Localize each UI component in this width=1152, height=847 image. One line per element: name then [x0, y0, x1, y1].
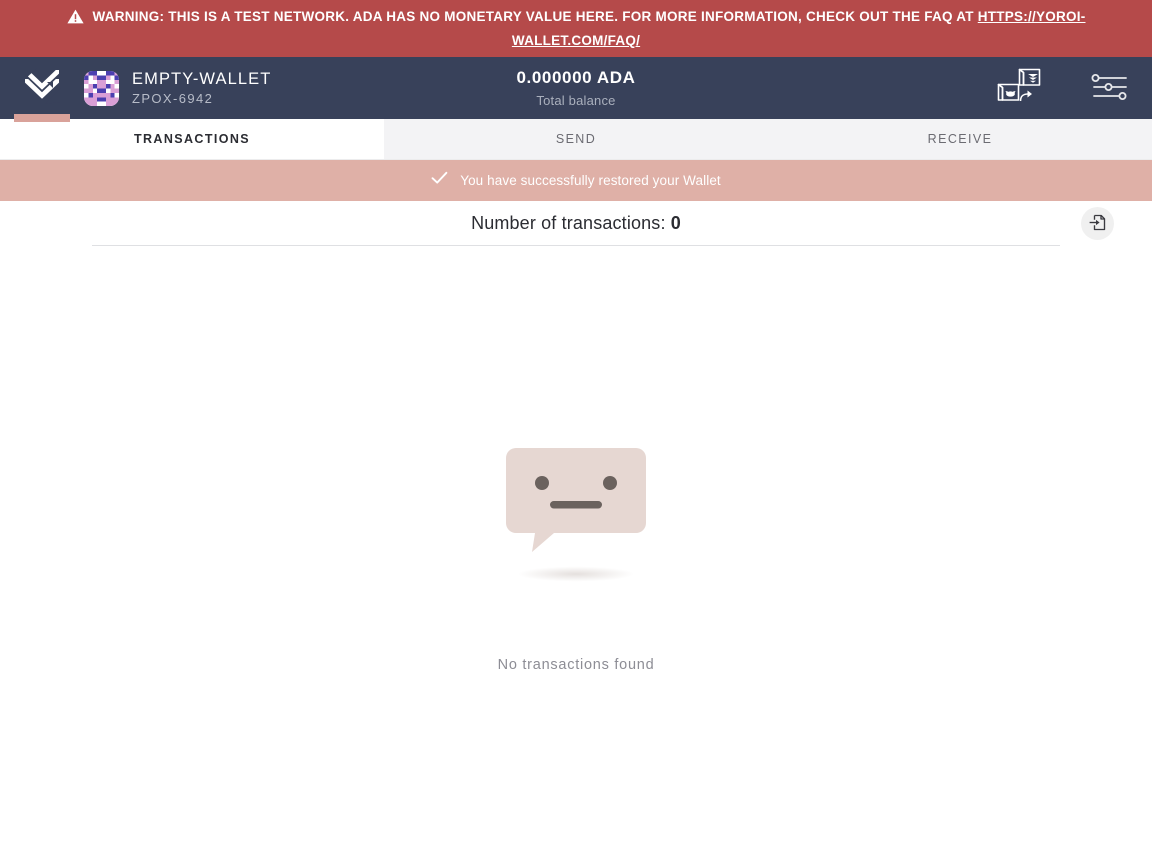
settings-button[interactable]: [1090, 71, 1130, 106]
wallet-switch-icon: [994, 64, 1046, 113]
wallet-name-block: Empty-wallet ZPOX-6942: [132, 70, 271, 106]
yoroi-logo-icon: [23, 67, 61, 109]
transactions-panel: Number of transactions: 0 No transaction…: [0, 201, 1152, 818]
neutral-face-speech-bubble-illustration: [502, 442, 650, 595]
wallet-summary[interactable]: Empty-wallet ZPOX-6942: [84, 70, 271, 106]
transactions-count-row: Number of transactions: 0: [0, 201, 1152, 245]
top-navbar: Empty-wallet ZPOX-6942 0.000000 ADA Tota…: [0, 57, 1152, 122]
wallet-name: Empty-wallet: [132, 69, 272, 88]
test-network-warning-banner: Warning: this is a test network. ADA has…: [0, 0, 1152, 57]
empty-state-text: No transactions found: [497, 657, 655, 673]
yoroi-logo-button[interactable]: [0, 57, 84, 119]
success-notification: You have successfully restored your Wall…: [0, 160, 1152, 201]
tab-transactions[interactable]: Transactions: [0, 119, 384, 159]
warning-banner-content: Warning: this is a test network. ADA has…: [21, 6, 1131, 51]
transactions-count: Number of transactions: 0: [471, 213, 681, 234]
export-transactions-button[interactable]: [1081, 207, 1114, 240]
wallet-tab-bar: Transactions Send Receive: [0, 119, 1152, 160]
tab-send[interactable]: Send: [384, 119, 768, 159]
switch-wallet-button[interactable]: [994, 64, 1046, 113]
check-icon: [431, 171, 448, 190]
transactions-count-value: 0: [670, 212, 681, 233]
navbar-actions: [994, 57, 1130, 119]
tab-receive[interactable]: Receive: [768, 119, 1152, 159]
warning-banner-text: Warning: this is a test network. ADA has…: [92, 9, 978, 24]
warning-triangle-icon: [66, 9, 84, 30]
active-nav-accent-bar: [14, 114, 70, 122]
transactions-count-label: Number of transactions:: [471, 212, 666, 233]
total-balance-label: Total balance: [536, 93, 616, 108]
wallet-plate-id: ZPOX-6942: [132, 90, 214, 106]
empty-transactions-state: No transactions found: [0, 246, 1152, 673]
export-file-icon: [1088, 213, 1107, 235]
settings-sliders-icon: [1090, 71, 1130, 106]
total-balance-amount: 0.000000 ADA: [516, 68, 636, 87]
wallet-identicon-avatar: [84, 70, 119, 106]
notification-message: You have successfully restored your Wall…: [460, 173, 721, 188]
